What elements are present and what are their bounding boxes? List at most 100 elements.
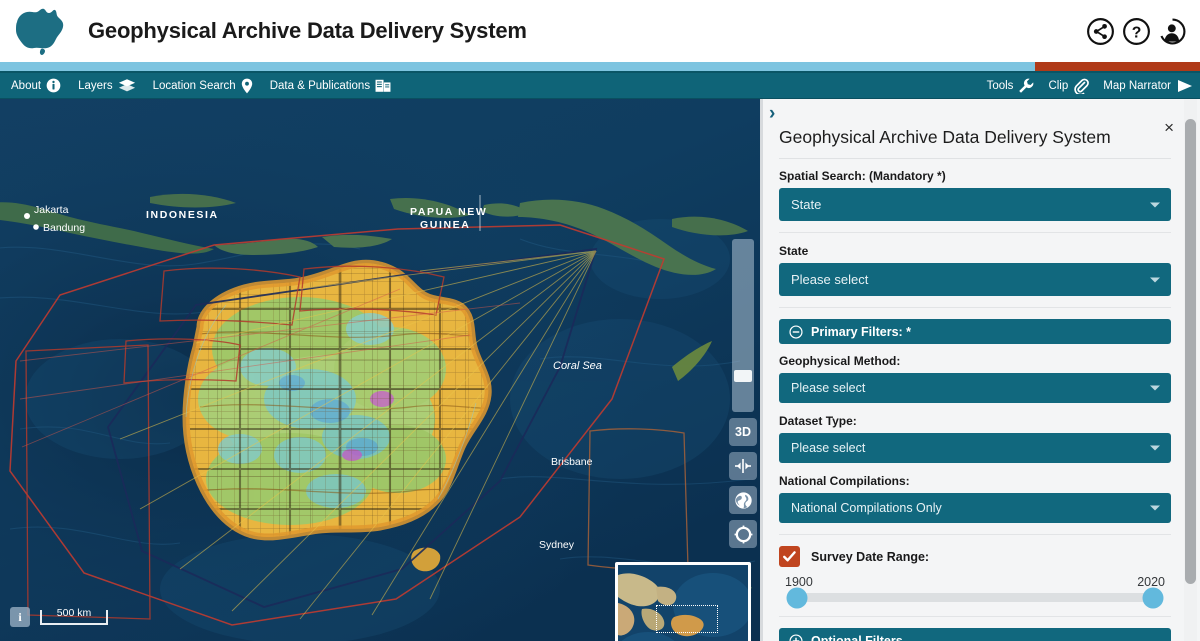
documents-icon — [375, 79, 391, 92]
chevron-down-icon — [1150, 505, 1160, 511]
australia-map-logo — [0, 0, 78, 62]
survey-date-range-label: Survey Date Range: — [811, 549, 930, 564]
overview-map-inner — [618, 565, 748, 641]
map-label-jakarta: Jakarta — [34, 204, 69, 216]
app-header: Geophysical Archive Data Delivery System… — [0, 0, 1200, 62]
survey-date-range-checkbox[interactable] — [779, 546, 800, 567]
info-icon — [46, 78, 61, 93]
toolbar-label-clip: Clip — [1048, 79, 1069, 92]
wrench-icon — [1019, 78, 1034, 93]
compass-button[interactable] — [729, 520, 757, 548]
accent-stripe-blue — [0, 62, 1035, 71]
panel-scrollbar[interactable] — [1184, 99, 1197, 641]
toolbar-item-about[interactable]: About — [11, 78, 61, 93]
globe-icon — [734, 491, 752, 509]
primary-filters-label: Primary Filters: * — [811, 324, 912, 339]
globe-button[interactable] — [729, 486, 757, 514]
main-toolbar: About Layers Location Search Data & Publ… — [0, 73, 1200, 99]
3d-button[interactable]: 3D — [729, 418, 757, 446]
survey-date-max-handle[interactable] — [1142, 587, 1164, 608]
panel-scrollbar-thumb[interactable] — [1185, 119, 1196, 584]
optional-filters-section-header[interactable]: Optional Filters — [779, 628, 1171, 641]
spatial-search-value: State — [791, 197, 822, 212]
geophysical-method-value: Please select — [791, 381, 866, 395]
help-icon[interactable]: ? — [1123, 18, 1150, 45]
toolbar-item-location-search[interactable]: Location Search — [153, 78, 253, 94]
survey-date-slider-track[interactable] — [786, 587, 1164, 608]
dataset-type-label: Dataset Type: — [779, 414, 857, 428]
spatial-search-select[interactable]: State — [779, 188, 1171, 221]
paperclip-icon — [1074, 78, 1090, 94]
panel-title: Geophysical Archive Data Delivery System — [779, 127, 1171, 159]
map-label-brisbane: Brisbane — [551, 456, 593, 468]
dataset-type-value: Please select — [791, 441, 866, 455]
chevron-down-icon — [1150, 445, 1160, 451]
survey-date-range-slider[interactable]: 1900 2020 — [779, 575, 1171, 608]
toolbar-label-layers: Layers — [78, 79, 113, 92]
geophysical-method-label: Geophysical Method: — [779, 354, 901, 368]
play-icon — [1178, 79, 1192, 92]
compass-icon — [734, 525, 752, 543]
toolbar-label-data-publications: Data & Publications — [269, 79, 371, 92]
toolbar-right-group: Tools Clip Map Narrator — [987, 78, 1194, 94]
map-info-button[interactable]: i — [10, 607, 30, 627]
map-pin-icon — [241, 78, 252, 93]
primary-filters-section-header[interactable]: Primary Filters: * — [779, 319, 1171, 344]
map-label-sydney: Sydney — [539, 539, 575, 551]
survey-date-range-labels: 1900 2020 — [783, 575, 1167, 589]
panel-divider-2 — [779, 307, 1171, 308]
zoom-slider[interactable] — [732, 239, 754, 412]
plus-circle-icon — [789, 633, 803, 641]
map-label-indonesia: INDONESIA — [146, 209, 219, 221]
dataset-type-select[interactable]: Please select — [779, 433, 1171, 463]
toolbar-label-map-narrator: Map Narrator — [1103, 79, 1171, 92]
share-icon[interactable] — [1087, 18, 1114, 45]
overview-map[interactable] — [615, 562, 751, 641]
survey-date-range-row: Survey Date Range: — [779, 546, 1171, 567]
overview-extent-rect — [656, 605, 718, 633]
toolbar-item-clip[interactable]: Clip — [1048, 78, 1090, 94]
panel-content: Geophysical Archive Data Delivery System… — [763, 99, 1187, 641]
toolbar-label-about: About — [11, 79, 42, 92]
spatial-search-label: Spatial Search: (Mandatory *) — [779, 169, 946, 183]
chevron-down-icon — [1150, 202, 1160, 207]
map-controls: 3D — [729, 239, 757, 548]
layers-icon — [118, 79, 135, 92]
svg-text:?: ? — [1132, 24, 1142, 41]
page-title: Geophysical Archive Data Delivery System — [88, 18, 527, 43]
toolbar-label-location-search: Location Search — [152, 79, 236, 92]
geophysical-method-select[interactable]: Please select — [779, 373, 1171, 403]
map-scale-label: 500 km — [56, 606, 92, 619]
toolbar-item-map-narrator[interactable]: Map Narrator — [1103, 78, 1194, 94]
toolbar-item-tools[interactable]: Tools — [987, 78, 1035, 94]
split-view-button[interactable] — [729, 452, 757, 480]
national-compilations-value: National Compilations Only — [791, 501, 942, 515]
survey-date-min-handle[interactable] — [786, 587, 808, 608]
zoom-slider-thumb[interactable] — [734, 370, 752, 382]
chevron-down-icon — [1150, 385, 1160, 391]
scalebar-row: i 500 km — [10, 607, 108, 627]
state-value: Please select — [791, 272, 869, 287]
split-view-icon — [735, 459, 751, 473]
national-compilations-select[interactable]: National Compilations Only — [779, 493, 1171, 523]
header-icon-group: ? — [1087, 18, 1186, 45]
toolbar-left-group: About Layers Location Search Data & Publ… — [0, 78, 391, 94]
account-icon[interactable] — [1159, 18, 1186, 45]
optional-filters-label: Optional Filters — [811, 633, 903, 641]
map-graphic: Jakarta Bandung INDONESIA PAPUA NEW GUIN… — [0, 99, 760, 641]
minus-circle-icon — [789, 324, 803, 339]
panel-divider-1 — [779, 232, 1171, 233]
map-canvas[interactable]: Jakarta Bandung INDONESIA PAPUA NEW GUIN… — [0, 99, 760, 641]
map-label-png-1: PAPUA NEW — [410, 206, 487, 218]
accent-stripe — [0, 62, 1200, 71]
map-label-png-2: GUINEA — [420, 219, 470, 231]
chevron-down-icon — [1150, 277, 1160, 282]
toolbar-label-tools: Tools — [986, 79, 1014, 92]
national-compilations-label: National Compilations: — [779, 474, 910, 488]
check-icon — [783, 551, 796, 562]
map-label-bandung: Bandung — [43, 222, 85, 234]
toolbar-item-layers[interactable]: Layers — [78, 78, 136, 93]
state-select[interactable]: Please select — [779, 263, 1171, 296]
toolbar-item-data-publications[interactable]: Data & Publications — [270, 78, 391, 94]
panel-divider-3 — [779, 534, 1171, 535]
